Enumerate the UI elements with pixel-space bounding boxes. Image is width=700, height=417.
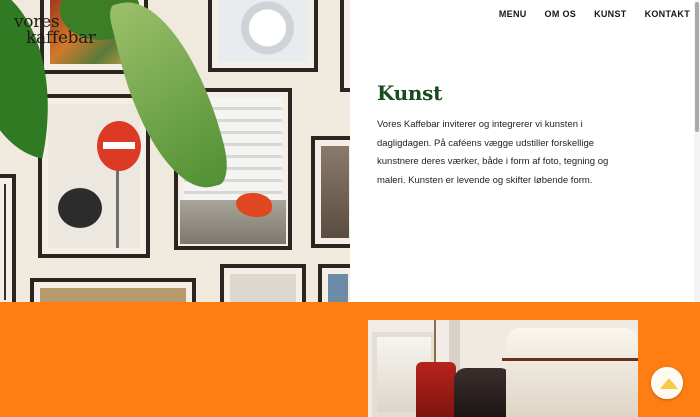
- stop-sign-artwork: [97, 121, 141, 171]
- art-frame: [38, 94, 150, 258]
- art-frame: [340, 0, 350, 92]
- sign-pole: [116, 168, 119, 248]
- main-nav: MENU OM OS KUNST KONTAKT: [499, 9, 690, 19]
- section-title: Kunst: [377, 81, 443, 105]
- white-lamp: [502, 328, 638, 417]
- scrollbar-track[interactable]: [694, 0, 700, 302]
- art-frame: [318, 264, 350, 302]
- nav-item-kunst[interactable]: KUNST: [594, 9, 627, 19]
- art-frame: [0, 174, 16, 302]
- page: vores kaffebar MENU OM OS KUNST KONTAKT …: [0, 0, 700, 417]
- chevron-up-icon: [660, 378, 678, 389]
- art-frame: [208, 0, 318, 72]
- art-frame: [30, 278, 196, 302]
- back-to-top-button[interactable]: [651, 367, 683, 399]
- dark-lamp: [454, 368, 512, 417]
- lamp-cord: [434, 320, 436, 362]
- nav-item-kontakt[interactable]: KONTAKT: [645, 9, 690, 19]
- red-lamp: [416, 362, 456, 417]
- scrollbar-thumb[interactable]: [695, 2, 699, 132]
- section-body-text: Vores Kaffebar inviterer og integrerer v…: [377, 119, 609, 187]
- nav-item-om-os[interactable]: OM OS: [545, 9, 577, 19]
- nav-item-menu[interactable]: MENU: [499, 9, 527, 19]
- vores-kaffebar-logo[interactable]: vores kaffebar: [14, 14, 102, 48]
- lamp-shop-photo: [368, 320, 638, 417]
- black-shape-artwork: [58, 188, 102, 228]
- art-frame: [311, 136, 350, 248]
- logo-line-2: kaffebar: [26, 28, 96, 48]
- art-frame: [220, 264, 306, 302]
